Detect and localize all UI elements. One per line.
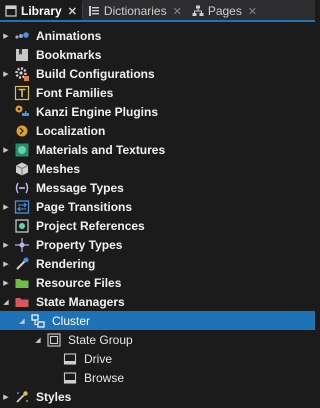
state-managers-icon: [14, 294, 30, 310]
tree-item-label: Project References: [36, 218, 145, 233]
page-transitions-icon: [14, 199, 30, 215]
tree-item-label: State Group: [68, 332, 133, 347]
tree-item-cluster[interactable]: ◢ Cluster: [0, 311, 315, 330]
tree-item-label: Animations: [36, 28, 102, 43]
tab-dictionaries[interactable]: Dictionaries ✕: [83, 0, 187, 22]
tree-item-resource-files[interactable]: ▶ Resource Files: [0, 273, 315, 292]
tree-item-label: State Managers: [36, 294, 125, 309]
plugins-icon: [14, 104, 30, 120]
build-configurations-icon: [14, 66, 30, 82]
tab-bar: Library ✕ Dictionaries ✕ Pages ✕: [0, 0, 315, 22]
message-types-icon: [14, 180, 30, 196]
tree-item-browse[interactable]: Browse: [0, 368, 315, 387]
tree-item-materials-and-textures[interactable]: ▶ Materials and Textures: [0, 140, 315, 159]
tree-item-page-transitions[interactable]: ▶ Page Transitions: [0, 197, 315, 216]
tree-item-label: Build Configurations: [36, 66, 155, 81]
expand-arrow-icon: [0, 121, 12, 140]
tree-item-project-references[interactable]: Project References: [0, 216, 315, 235]
close-icon[interactable]: ✕: [68, 5, 77, 18]
tree-item-label: Browse: [84, 370, 125, 385]
expand-arrow-icon[interactable]: ▶: [0, 254, 12, 273]
tree-item-label: Drive: [84, 351, 113, 366]
rendering-icon: [14, 256, 30, 272]
tab-library[interactable]: Library ✕: [0, 0, 82, 22]
animations-icon: [14, 28, 30, 44]
tree-item-rendering[interactable]: ▶ Rendering: [0, 254, 315, 273]
expand-arrow-icon: [0, 83, 12, 102]
close-icon[interactable]: ✕: [248, 5, 257, 18]
tree-item-message-types[interactable]: Message Types: [0, 178, 315, 197]
expand-arrow-icon[interactable]: ▶: [0, 273, 12, 292]
tree-item-animations[interactable]: ▶ Animations: [0, 26, 315, 45]
tree-item-styles[interactable]: ▶ Styles: [0, 387, 315, 406]
expand-arrow-icon: [0, 102, 12, 121]
tab-dictionaries-label: Dictionaries: [103, 4, 167, 18]
resource-files-icon: [14, 275, 30, 291]
collapse-arrow-icon[interactable]: ◢: [0, 292, 12, 311]
tree-item-label: Bookmarks: [36, 47, 102, 62]
expand-arrow-icon: [0, 159, 12, 178]
tree-item-state-managers[interactable]: ◢ State Managers: [0, 292, 315, 311]
expand-arrow-icon: [48, 349, 60, 368]
expand-arrow-icon[interactable]: ▶: [0, 26, 12, 45]
state-group-icon: [46, 332, 62, 348]
collapse-arrow-icon[interactable]: ◢: [32, 330, 44, 349]
state-icon: [62, 351, 78, 367]
tree-item-property-types[interactable]: ▶ Property Types: [0, 235, 315, 254]
tree-item-bookmarks[interactable]: Bookmarks: [0, 45, 315, 64]
tree-item-label: Materials and Textures: [36, 142, 166, 157]
tree-item-label: Meshes: [36, 161, 81, 176]
expand-arrow-icon[interactable]: ▶: [0, 387, 12, 406]
active-tab-accent: [0, 20, 315, 22]
property-types-icon: [14, 237, 30, 253]
project-references-icon: [14, 218, 30, 234]
styles-icon: [14, 389, 30, 405]
tree-item-label: Localization: [36, 123, 106, 138]
state-icon: [62, 370, 78, 386]
expand-arrow-icon[interactable]: ▶: [0, 64, 12, 83]
tree-item-label: Page Transitions: [36, 199, 133, 214]
expand-arrow-icon[interactable]: ▶: [0, 140, 12, 159]
expand-arrow-icon[interactable]: ▶: [0, 197, 12, 216]
tab-pages-label: Pages: [207, 4, 242, 18]
library-tree: ▶ Animations Bookmarks ▶ Build Configura…: [0, 22, 315, 406]
close-icon[interactable]: ✕: [173, 5, 182, 18]
state-manager-icon: [30, 313, 46, 329]
tree-item-label: Rendering: [36, 256, 96, 271]
pages-icon: [192, 5, 204, 17]
tree-item-label: Cluster: [52, 313, 91, 328]
tree-item-state-group[interactable]: ◢ State Group: [0, 330, 315, 349]
expand-arrow-icon[interactable]: ▶: [0, 235, 12, 254]
library-icon: [5, 5, 17, 17]
tree-item-build-configurations[interactable]: ▶ Build Configurations: [0, 64, 315, 83]
tree-item-localization[interactable]: Localization: [0, 121, 315, 140]
bookmarks-icon: [14, 47, 30, 63]
expand-arrow-icon: [0, 216, 12, 235]
tree-item-label: Resource Files: [36, 275, 122, 290]
localization-icon: [14, 123, 30, 139]
tree-item-font-families[interactable]: Font Families: [0, 83, 315, 102]
tree-item-label: Font Families: [36, 85, 114, 100]
tree-item-kanzi-engine-plugins[interactable]: Kanzi Engine Plugins: [0, 102, 315, 121]
tab-library-label: Library: [21, 4, 62, 18]
expand-arrow-icon: [0, 45, 12, 64]
meshes-icon: [14, 161, 30, 177]
font-families-icon: [14, 85, 30, 101]
tree-item-label: Styles: [36, 389, 72, 404]
tree-item-meshes[interactable]: Meshes: [0, 159, 315, 178]
tree-item-drive[interactable]: Drive: [0, 349, 315, 368]
tree-item-label: Message Types: [36, 180, 124, 195]
dictionary-icon: [88, 5, 100, 17]
materials-icon: [14, 142, 30, 158]
tab-pages[interactable]: Pages ✕: [187, 0, 262, 22]
tree-item-label: Property Types: [36, 237, 123, 252]
tree-item-label: Kanzi Engine Plugins: [36, 104, 159, 119]
expand-arrow-icon: [48, 368, 60, 387]
collapse-arrow-icon[interactable]: ◢: [16, 311, 28, 330]
expand-arrow-icon: [0, 178, 12, 197]
